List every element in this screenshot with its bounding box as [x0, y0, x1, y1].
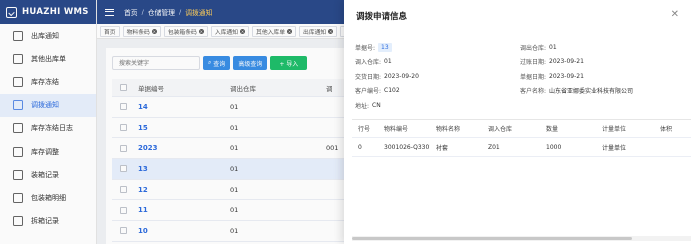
field-document-date: 单据日期: 2023-09-21 [520, 72, 685, 81]
column-header: 体积 [660, 126, 673, 133]
field-label: 过账日期: [520, 59, 547, 67]
horizontal-scrollbar[interactable] [352, 236, 691, 241]
field-label: 地址: [355, 102, 370, 110]
column-header: 计量单位 [602, 126, 627, 133]
line-number-cell: 0 [358, 143, 362, 151]
field-row: 地址: CN [355, 98, 685, 113]
field-value: 01 [384, 58, 392, 66]
detail-lines-table: 行号 物料编号 物料名称 调入仓库 数量 计量单位 体积 0 3001026-Q… [352, 119, 691, 157]
field-out-warehouse: 调出仓库: 01 [520, 43, 685, 52]
field-in-warehouse: 调入仓库: 01 [355, 57, 520, 66]
field-value: 山东省亚娜委实业科技有限公司 [549, 88, 634, 96]
field-document-number: 单据号: 13 [355, 42, 520, 52]
field-label: 单据日期: [520, 73, 547, 81]
document-number-badge: 13 [378, 42, 392, 52]
field-label: 调出仓库: [520, 44, 547, 52]
unit-cell: 计量单位 [602, 144, 627, 152]
column-header: 物料名称 [436, 126, 461, 133]
close-icon[interactable]: ✕ [671, 9, 679, 20]
transfer-detail-drawer: 调拨申请信息 ✕ 单据号: 13 调出仓库: 01 调入仓库: 01 过账日期: 202… [344, 0, 691, 244]
field-value: 2023-09-21 [549, 72, 584, 80]
field-row: 客户编号: C102 客户名称: 山东省亚娜委实业科技有限公司 [355, 84, 685, 99]
field-value: CN [372, 101, 381, 109]
field-value: 2023-09-20 [384, 72, 419, 80]
field-label: 交货日期: [355, 73, 382, 81]
quantity-cell: 1000 [546, 143, 562, 151]
drawer-overlay[interactable] [0, 0, 344, 244]
field-label: 单据号: [355, 44, 376, 52]
field-label: 客户编号: [355, 88, 382, 96]
detail-fields: 单据号: 13 调出仓库: 01 调入仓库: 01 过账日期: 2023-09-21 交… [355, 40, 685, 113]
field-value: 2023-09-21 [549, 58, 584, 66]
field-row: 调入仓库: 01 过账日期: 2023-09-21 [355, 55, 685, 70]
field-row: 交货日期: 2023-09-20 单据日期: 2023-09-21 [355, 69, 685, 84]
column-header: 数量 [546, 126, 559, 133]
column-header: 物料编号 [384, 126, 409, 133]
field-delivery-date: 交货日期: 2023-09-20 [355, 72, 520, 81]
material-name-cell: 衬套 [436, 144, 449, 152]
field-label: 客户名称: [520, 88, 547, 96]
drawer-title: 调拨申请信息 [356, 12, 408, 22]
detail-row[interactable]: 0 3001026-Q3301 衬套 Z01 1000 计量单位 [352, 138, 691, 157]
field-customer-code: 客户编号: C102 [355, 86, 520, 95]
field-value: C102 [384, 87, 400, 95]
column-header: 行号 [358, 126, 371, 133]
field-row: 单据号: 13 调出仓库: 01 [355, 40, 685, 55]
detail-header-row: 行号 物料编号 物料名称 调入仓库 数量 计量单位 体积 [352, 120, 691, 138]
scrollbar-thumb[interactable] [352, 237, 632, 240]
column-header: 调入仓库 [488, 126, 513, 133]
field-customer-name: 客户名称: 山东省亚娜委实业科技有限公司 [520, 86, 685, 95]
field-address: 地址: CN [355, 101, 520, 110]
field-value: 01 [549, 43, 557, 51]
field-posting-date: 过账日期: 2023-09-21 [520, 57, 685, 66]
field-label: 调入仓库: [355, 59, 382, 67]
material-code-cell: 3001026-Q3301 [384, 143, 430, 151]
in-warehouse-cell: Z01 [488, 143, 500, 151]
